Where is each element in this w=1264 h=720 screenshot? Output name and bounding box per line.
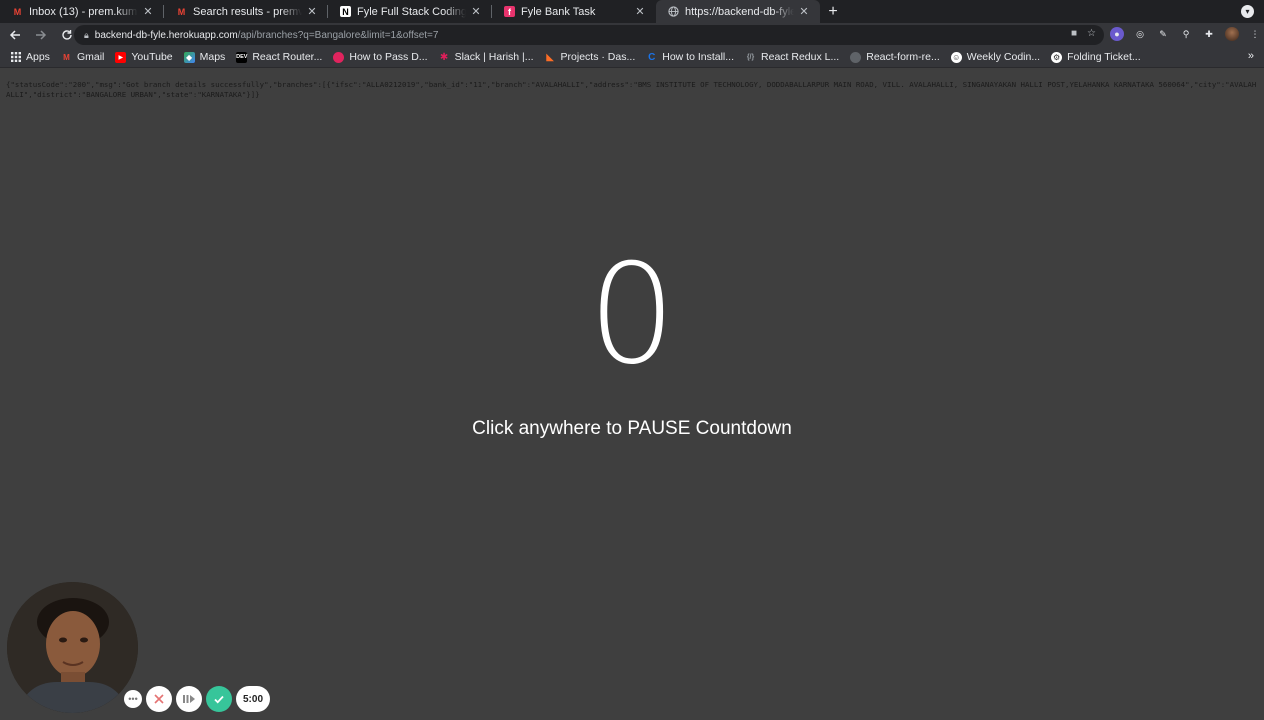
new-tab-button[interactable]: + bbox=[822, 0, 844, 23]
star-icon[interactable]: ☆ bbox=[1087, 28, 1096, 39]
bookmark-gmail[interactable]: M Gmail bbox=[61, 51, 104, 63]
bookmark-youtube[interactable]: ▶ YouTube bbox=[115, 51, 173, 63]
bookmark-label: How to Install... bbox=[662, 51, 735, 63]
bookmarks-overflow-icon[interactable]: » bbox=[1248, 50, 1254, 62]
close-icon[interactable]: ✕ bbox=[798, 5, 810, 18]
bookmark-maps[interactable]: ◆ Maps bbox=[183, 51, 226, 63]
tab-backend-api[interactable]: https://backend-db-fyle.h ✕ bbox=[656, 0, 820, 23]
pink-circle-icon bbox=[333, 51, 345, 63]
tab-fyle-bank-task[interactable]: f Fyle Bank Task ✕ bbox=[492, 0, 656, 23]
bookmark-how-to-pass[interactable]: How to Pass D... bbox=[333, 51, 428, 63]
close-icon[interactable]: ✕ bbox=[470, 5, 482, 18]
bookmark-label: Maps bbox=[199, 51, 226, 63]
browser-toolbar: 🔒︎ backend-db-fyle.herokuapp.com/api/bra… bbox=[0, 23, 1264, 47]
extension-pen-icon[interactable]: ✎ bbox=[1156, 27, 1170, 41]
countdown-pause-hint[interactable]: Click anywhere to PAUSE Countdown bbox=[0, 418, 1264, 440]
back-arrow-icon bbox=[9, 30, 20, 40]
bookmark-label: React Router... bbox=[252, 51, 323, 63]
slack-icon: ✱ bbox=[439, 51, 449, 63]
bookmark-slack[interactable]: ✱ Slack | Harish |... bbox=[439, 51, 534, 63]
tab-title: Fyle Full Stack Coding Ch bbox=[357, 5, 466, 18]
lock-icon[interactable]: 🔒︎ bbox=[84, 30, 89, 41]
url-host: backend-db-fyle.herokuapp.com bbox=[94, 29, 238, 41]
back-button[interactable] bbox=[4, 24, 26, 46]
c-icon: C bbox=[648, 51, 656, 63]
bookmark-folding-ticket[interactable]: ⚙ Folding Ticket... bbox=[1051, 51, 1141, 63]
bookmark-label: Gmail bbox=[76, 51, 105, 63]
bookmark-label: Slack | Harish |... bbox=[454, 51, 534, 63]
pause-recording-button[interactable] bbox=[176, 686, 202, 712]
close-icon bbox=[154, 694, 164, 704]
countdown-number[interactable]: 0 bbox=[0, 240, 1264, 390]
gmail-icon: M bbox=[63, 52, 70, 62]
bookmark-label: How to Pass D... bbox=[349, 51, 428, 63]
maps-icon: ◆ bbox=[183, 51, 195, 63]
bookmarks-bar: Apps M Gmail ▶ YouTube ◆ Maps DEV React … bbox=[0, 47, 1264, 68]
bookmark-react-router[interactable]: DEV React Router... bbox=[236, 51, 322, 63]
codechef-icon: ☺ bbox=[950, 51, 962, 63]
menu-kebab-icon[interactable]: ⋮ bbox=[1248, 27, 1262, 41]
gear-badge-icon: ⚙ bbox=[1051, 51, 1063, 63]
discard-recording-button[interactable] bbox=[146, 686, 172, 712]
bookmark-label: React-form-re... bbox=[866, 51, 940, 63]
bookmark-label: Apps bbox=[26, 51, 50, 63]
tab-title: Search results - premvelu bbox=[193, 5, 302, 18]
tab-title: Fyle Bank Task bbox=[521, 5, 596, 18]
finish-recording-button[interactable] bbox=[206, 686, 232, 712]
tab-inbox[interactable]: M Inbox (13) - prem.kumar@ ✕ bbox=[0, 0, 164, 23]
gmail-icon: M bbox=[177, 6, 186, 17]
youtube-icon: ▶ bbox=[115, 51, 127, 63]
bookmark-label: Weekly Codin... bbox=[966, 51, 1041, 63]
tab-search-icon[interactable]: ▾ bbox=[1241, 5, 1254, 18]
gitlab-icon: ◣ bbox=[546, 51, 554, 63]
bookmark-apps[interactable]: Apps bbox=[10, 51, 50, 63]
json-response-text: {"statusCode":"200","msg":"Got branch de… bbox=[6, 80, 1257, 99]
forward-button[interactable] bbox=[30, 24, 52, 46]
bookmark-react-form[interactable]: React-form-re... bbox=[850, 51, 940, 63]
apps-grid-icon bbox=[10, 52, 21, 63]
bookmark-label: Folding Ticket... bbox=[1067, 51, 1141, 63]
close-icon[interactable]: ✕ bbox=[306, 5, 318, 18]
close-icon[interactable]: ✕ bbox=[634, 5, 646, 18]
tab-title: https://backend-db-fyle.h bbox=[685, 5, 794, 18]
more-options-button[interactable]: ••• bbox=[124, 690, 142, 708]
bookmark-how-to-install[interactable]: C How to Install... bbox=[646, 51, 734, 63]
dev-icon: DEV bbox=[236, 51, 247, 63]
tab-search-results[interactable]: M Search results - premvelu ✕ bbox=[164, 0, 328, 23]
bookmark-label: YouTube bbox=[131, 51, 173, 63]
tab-strip: M Inbox (13) - prem.kumar@ ✕ M Search re… bbox=[0, 0, 1264, 23]
bookmark-react-redux[interactable]: {/} React Redux L... bbox=[745, 51, 839, 63]
extension-eyedropper-icon[interactable]: ⚲ bbox=[1179, 27, 1193, 41]
forward-arrow-icon bbox=[36, 30, 47, 40]
pause-play-icon bbox=[183, 695, 195, 703]
recording-timer: 5:00 bbox=[236, 686, 270, 712]
recorder-controls: ••• 5:00 bbox=[124, 686, 270, 712]
extension-target-icon[interactable]: ◎ bbox=[1133, 27, 1147, 41]
extension-colorful-icon[interactable]: ● bbox=[1110, 27, 1124, 41]
checkmark-icon bbox=[214, 695, 224, 704]
camera-icon[interactable]: ■ bbox=[1071, 28, 1077, 39]
close-icon[interactable]: ✕ bbox=[142, 5, 154, 18]
ellipsis-icon: ••• bbox=[128, 694, 138, 704]
webcam-bubble[interactable] bbox=[7, 582, 138, 713]
reload-icon bbox=[62, 30, 72, 40]
extension-bar: ● ◎ ✎ ⚲ ✚ ⋮ bbox=[1110, 27, 1262, 41]
bookmark-projects[interactable]: ◣ Projects · Das... bbox=[545, 51, 636, 63]
gmail-icon: M bbox=[13, 6, 22, 17]
bookmark-weekly-coding[interactable]: ☺ Weekly Codin... bbox=[950, 51, 1041, 63]
url-path: /api/branches?q=Bangalore&limit=1&offset… bbox=[237, 29, 439, 41]
code-icon: {/} bbox=[746, 53, 755, 61]
globe-icon bbox=[668, 6, 679, 17]
extensions-puzzle-icon[interactable]: ✚ bbox=[1202, 27, 1216, 41]
address-bar[interactable]: 🔒︎ backend-db-fyle.herokuapp.com/api/bra… bbox=[74, 25, 1104, 45]
webcam-person-image bbox=[7, 582, 138, 713]
github-icon bbox=[850, 51, 862, 63]
bookmark-label: React Redux L... bbox=[761, 51, 840, 63]
profile-avatar[interactable] bbox=[1225, 27, 1239, 41]
tab-title: Inbox (13) - prem.kumar@ bbox=[29, 5, 138, 18]
notion-icon: N bbox=[340, 6, 351, 17]
tab-fyle-coding[interactable]: N Fyle Full Stack Coding Ch ✕ bbox=[328, 0, 492, 23]
bookmark-label: Projects · Das... bbox=[560, 51, 636, 63]
fyle-icon: f bbox=[504, 6, 515, 17]
